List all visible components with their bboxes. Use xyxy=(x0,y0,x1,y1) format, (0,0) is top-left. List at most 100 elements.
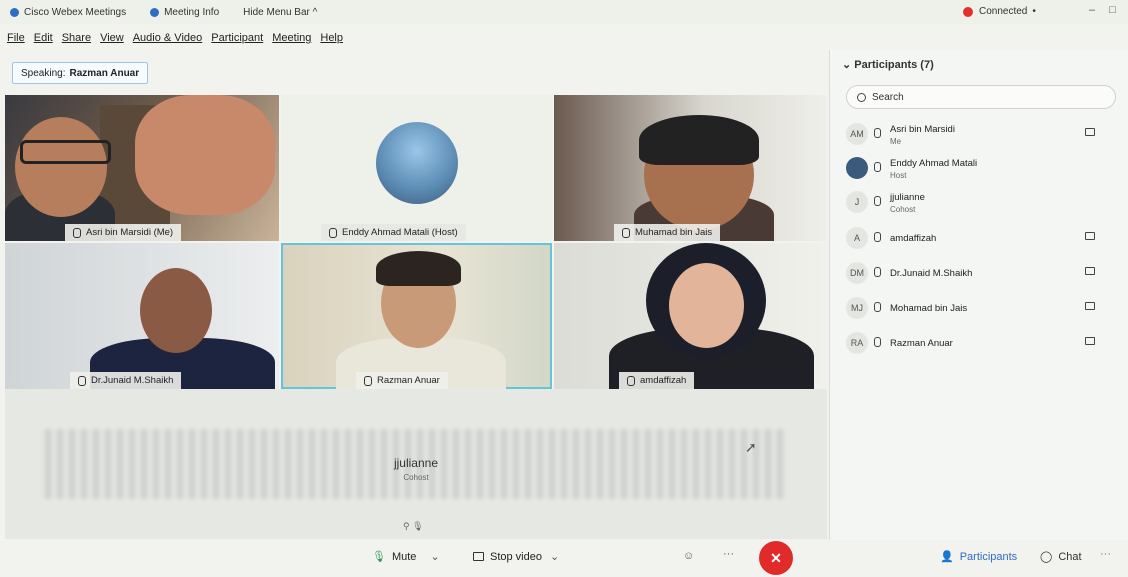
video-tile-junaid[interactable]: Dr.Junaid M.Shaikh xyxy=(5,243,279,389)
participant-name: Mohamad bin Jais xyxy=(890,303,968,314)
webex-logo-icon xyxy=(10,7,19,17)
title-bar: Cisco Webex Meetings Meeting Info Hide M… xyxy=(0,0,1128,24)
stop-video-label: Stop video xyxy=(490,550,542,563)
tile-name: Dr.Junaid M.Shaikh xyxy=(91,375,174,386)
tile-label: Muhamad bin Jais xyxy=(614,224,721,241)
connection-status[interactable]: Connected • xyxy=(963,6,1036,17)
participants-button[interactable]: 👤 Participants xyxy=(940,550,1017,564)
tile-label: Enddy Ahmad Matali (Host) xyxy=(321,224,466,241)
avatar: AM xyxy=(846,123,868,145)
participant-name: Razman Anuar xyxy=(890,338,953,349)
mic-icon xyxy=(329,227,337,238)
participant-row[interactable]: A amdaffizah xyxy=(830,224,1128,254)
participant-row[interactable]: MJ Mohamad bin Jais xyxy=(830,294,1128,324)
speaking-name: Razman Anuar xyxy=(69,67,140,79)
people-icon: 👤 xyxy=(940,551,954,563)
menu-view[interactable]: View xyxy=(100,32,124,44)
tile-label: Asri bin Marsidi (Me) xyxy=(65,224,182,241)
person-head xyxy=(15,117,107,217)
mic-icon xyxy=(874,196,881,206)
meeting-controls: 🎙 Mute ⌄ Stop video ⌄ ☺ ··· 👤 Participan… xyxy=(0,540,1128,577)
search-placeholder: Search xyxy=(872,91,904,103)
hair xyxy=(639,115,759,165)
menu-file[interactable]: File xyxy=(7,32,25,44)
tile-label: Dr.Junaid M.Shaikh xyxy=(70,372,182,389)
tile-name: amdaffizah xyxy=(640,375,687,386)
menu-audio-video[interactable]: Audio & Video xyxy=(133,32,203,44)
participant-search-input[interactable]: Search xyxy=(846,85,1116,109)
chevron-down-icon: ⌄ xyxy=(842,59,855,71)
participant-name: jjulianne xyxy=(890,192,925,203)
panel-title[interactable]: ⌄ Participants (7) xyxy=(842,58,934,71)
hair xyxy=(376,251,461,286)
menu-meeting[interactable]: Meeting xyxy=(272,32,311,44)
tile-name: jjulianne xyxy=(393,456,439,470)
mic-icon xyxy=(874,128,881,138)
participant-name: Asri bin Marsidi xyxy=(890,124,955,135)
participant-name: amdaffizah xyxy=(890,233,937,244)
video-tile-asri[interactable]: Asri bin Marsidi (Me) xyxy=(5,95,279,241)
menu-share[interactable]: Share xyxy=(62,32,91,44)
avatar: RA xyxy=(846,332,868,354)
emoji-icon: ☺ xyxy=(683,550,695,562)
camera-icon xyxy=(1085,337,1095,345)
video-tile-jjulianne[interactable]: jjulianne Cohost ⚲ 🎙 ➚ xyxy=(5,389,827,539)
avatar xyxy=(846,157,868,179)
meeting-info-label: Meeting Info xyxy=(164,6,220,18)
participants-panel: ⌄ Participants (7) Search AM Asri bin Ma… xyxy=(829,50,1128,540)
participant-row[interactable]: AM Asri bin Marsidi Me xyxy=(830,120,1128,150)
video-tile-enddy[interactable]: Enddy Ahmad Matali (Host) xyxy=(281,95,552,241)
overflow-button[interactable]: ··· xyxy=(1100,548,1111,560)
hide-menu-label: Hide Menu Bar ^ xyxy=(243,6,318,18)
menu-bar: File Edit Share View Audio & Video Parti… xyxy=(0,28,345,48)
participant-row[interactable]: Enddy Ahmad Matali Host xyxy=(830,154,1128,184)
chevron-down-icon[interactable]: ⌄ xyxy=(430,550,439,563)
info-icon xyxy=(150,7,160,17)
avatar: A xyxy=(846,227,868,249)
stop-video-button[interactable]: Stop video ⌄ xyxy=(473,550,559,563)
participant-name: Dr.Junaid M.Shaikh xyxy=(890,268,973,279)
video-grid: Asri bin Marsidi (Me) Enddy Ahmad Matali… xyxy=(5,95,827,389)
reactions-button[interactable]: ☺ xyxy=(683,550,694,562)
participant-row[interactable]: RA Razman Anuar xyxy=(830,329,1128,359)
video-tile-muhamad[interactable]: Muhamad bin Jais xyxy=(554,95,827,241)
minimize-button[interactable]: – xyxy=(1089,4,1095,16)
hide-menu-bar-button[interactable]: Hide Menu Bar ^ xyxy=(243,7,317,18)
end-meeting-button[interactable]: ✕ xyxy=(759,541,793,575)
speaking-indicator: Speaking: Razman Anuar xyxy=(12,62,149,84)
participant-row[interactable]: DM Dr.Junaid M.Shaikh xyxy=(830,259,1128,289)
microphone-icon: 🎙 xyxy=(372,551,386,563)
tile-name: Razman Anuar xyxy=(377,375,440,386)
chevron-down-icon[interactable]: ⌄ xyxy=(550,550,559,563)
raised-arm xyxy=(135,95,275,215)
participant-row[interactable]: J jjulianne Cohost xyxy=(830,188,1128,218)
chat-button[interactable]: ◯ Chat xyxy=(1040,550,1082,564)
tile-label: amdaffizah xyxy=(619,372,695,389)
mic-icon xyxy=(364,375,372,386)
more-options-button[interactable]: ··· xyxy=(723,548,734,560)
video-tile-amdaffizah[interactable]: amdaffizah xyxy=(554,243,827,389)
panel-title-text: Participants (7) xyxy=(854,59,934,71)
menu-help[interactable]: Help xyxy=(320,32,343,44)
mute-button[interactable]: 🎙 Mute ⌄ xyxy=(372,550,440,564)
camera-icon xyxy=(1085,302,1095,310)
avatar xyxy=(376,122,458,204)
person-head xyxy=(669,263,744,348)
menu-edit[interactable]: Edit xyxy=(34,32,53,44)
menu-participant[interactable]: Participant xyxy=(211,32,263,44)
app-title: Cisco Webex Meetings xyxy=(10,7,126,18)
search-icon xyxy=(857,92,866,102)
mic-icon xyxy=(874,267,881,277)
participant-role: Cohost xyxy=(890,205,916,214)
camera-icon xyxy=(1085,232,1095,240)
status-dropdown-icon: • xyxy=(1032,6,1036,17)
maximize-button[interactable]: □ xyxy=(1109,4,1116,16)
connection-status-icon xyxy=(963,6,973,17)
meeting-info-button[interactable]: Meeting Info xyxy=(150,7,219,18)
mic-icon xyxy=(874,232,881,242)
video-tile-razman[interactable]: Razman Anuar xyxy=(281,243,552,389)
glasses xyxy=(20,140,111,164)
connection-status-label: Connected xyxy=(979,6,1028,17)
participant-role: Me xyxy=(890,137,902,146)
speaking-prefix: Speaking: xyxy=(21,67,66,79)
